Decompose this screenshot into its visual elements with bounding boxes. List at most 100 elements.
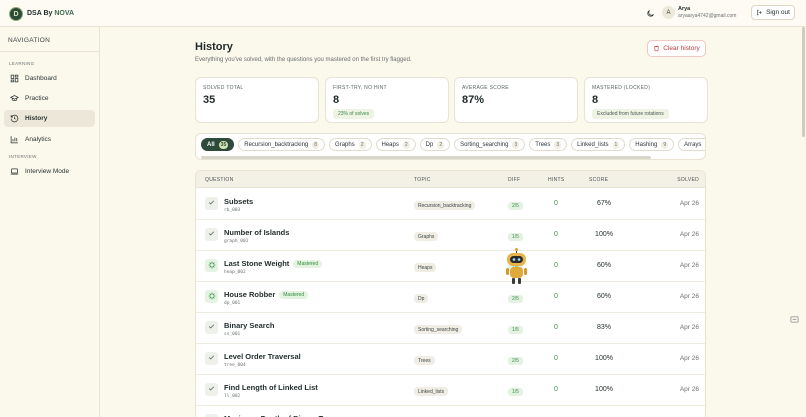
status-cell	[205, 321, 218, 334]
chip-scrollbar[interactable]	[201, 156, 651, 159]
top-bar: D DSA By NOVA A Arya aryaarya4742@gmail.…	[0, 0, 806, 27]
solved-date: Apr 26	[679, 386, 699, 393]
hints-count: 0	[554, 324, 558, 331]
topic-chip[interactable]: Heaps 2	[375, 138, 416, 151]
question-title-cell[interactable]: Binary Search	[224, 321, 274, 330]
table-row[interactable]: Number of Islands graph_001 Graphs 1/5 0 100%…	[196, 220, 705, 251]
user-name: Arya	[678, 6, 691, 12]
header-diff[interactable]: DIFF	[508, 177, 520, 183]
sidebar-item-label: History	[25, 115, 48, 122]
table-row[interactable]: Find Length of Linked List ll_002 Linked_l…	[196, 375, 705, 406]
robot-mascot-icon[interactable]	[504, 248, 529, 286]
page-subtitle: Everything you've solved, with the quest…	[195, 57, 412, 63]
status-cell	[205, 259, 218, 272]
topic-chip-label: Graphs	[335, 141, 355, 148]
difficulty-badge: 1/5	[508, 326, 523, 334]
table-row[interactable]: Last Stone WeightMasteredheap_002Heaps1/…	[196, 251, 705, 282]
app-logo[interactable]: D	[9, 7, 23, 21]
sidebar-item-practice[interactable]: Practice	[4, 90, 95, 107]
topic-chip-count: 9	[661, 140, 669, 149]
page-title: History	[195, 41, 233, 53]
sidebar-item-history[interactable]: History	[4, 110, 95, 127]
side-panel-handle-icon[interactable]	[790, 315, 799, 324]
topic-chip-count: 4	[705, 141, 706, 149]
stat-note: 23% of solves	[333, 109, 375, 119]
topic-chip[interactable]: Sorting_searching 3	[454, 138, 526, 151]
brand-main: DSA By	[27, 10, 53, 17]
difficulty-badge: 1/5	[508, 388, 523, 396]
question-title-cell[interactable]: Last Stone Weight Mastered	[224, 259, 323, 268]
topic-chip-label: Heaps	[381, 141, 399, 148]
check-icon	[208, 230, 215, 239]
sidebar-item-interview-mode[interactable]: Interview Mode	[4, 163, 95, 180]
avatar[interactable]: A	[662, 6, 675, 19]
history-table: QUESTION TOPIC DIFF HINTS SCORE SOLVED S…	[195, 170, 706, 417]
question-id: graph_001	[224, 239, 249, 244]
user-email: aryaarya4742@gmail.com	[678, 13, 737, 19]
sidebar-item-label: Interview Mode	[25, 168, 70, 175]
question-title-cell[interactable]: Subsets	[224, 197, 253, 206]
status-cell	[205, 352, 218, 365]
question-title: Subsets	[224, 197, 254, 206]
hints-count: 0	[554, 386, 558, 393]
difficulty-badge: 2/5	[508, 295, 523, 303]
header-solved[interactable]: SOLVED	[677, 177, 699, 183]
sidebar-item-dashboard[interactable]: Dashboard	[4, 70, 95, 87]
score-value: 100%	[595, 355, 613, 362]
hints-count: 0	[554, 262, 558, 269]
question-title: Last Stone Weight	[224, 259, 290, 268]
solved-date: Apr 26	[679, 200, 699, 207]
score-value: 60%	[596, 293, 611, 300]
topic-chip-count: 8	[312, 140, 320, 149]
clear-history-button[interactable]: Clear history	[647, 40, 706, 57]
question-title-cell[interactable]: Number of Islands	[224, 228, 289, 237]
sign-out-button[interactable]: Sign out	[751, 5, 795, 20]
header-hints[interactable]: HINTS	[548, 177, 565, 183]
question-title-cell[interactable]: Level Order Traversal	[224, 352, 301, 361]
question-id: heap_002	[224, 270, 246, 275]
graduation-cap-icon	[10, 95, 19, 101]
question-id: rb_003	[224, 208, 241, 213]
check-icon	[208, 354, 215, 363]
topic-chip[interactable]: Recursion_backtracking 8	[238, 138, 326, 151]
history-icon	[10, 114, 19, 123]
stat-card-mastered: MASTERED (LOCKED) 8 Excluded from future…	[584, 77, 708, 123]
topic-chip-label: Dp	[425, 141, 434, 148]
question-id: ss_001	[224, 332, 241, 337]
topic-chip[interactable]: Dp 2	[419, 138, 451, 151]
trash-icon	[654, 45, 660, 52]
stat-label: AVERAGE SCORE	[462, 85, 509, 91]
topic-chip[interactable]: Graphs 2	[329, 138, 372, 151]
check-icon	[208, 385, 215, 394]
header-score[interactable]: SCORE	[589, 177, 608, 183]
topic-chip-label: Arrays	[684, 141, 702, 148]
stat-note: Excluded from future rotations	[592, 109, 669, 119]
stat-value: 8	[592, 94, 599, 106]
header-question[interactable]: QUESTION	[205, 177, 234, 183]
page-scrollbar[interactable]	[802, 27, 805, 137]
topic-chip-label: Recursion_backtracking	[244, 141, 309, 148]
header-topic[interactable]: TOPIC	[414, 177, 431, 183]
topic-chip[interactable]: Trees 3	[529, 138, 568, 151]
dashboard-icon	[10, 74, 19, 83]
table-row[interactable]: House Robber Mastered dp_001 Dp 2/5 0 60% Apr 2…	[196, 282, 705, 313]
table-row[interactable]: Binary Search ss_001 Sorting_searching 1/5 0…	[196, 313, 705, 344]
topic-chip[interactable]: Linked_lists 1	[571, 138, 626, 151]
topic-chip-label: Linked_lists	[577, 141, 609, 148]
stat-label: SOLVED TOTAL	[203, 85, 244, 91]
table-row[interactable]: Maximum Depth of Binary Tree100%	[196, 406, 705, 417]
table-row[interactable]: Subsets rb_003 Recursion_backtracking 2/5 0 6…	[196, 189, 705, 220]
table-row[interactable]: Level Order Traversal tree_004 Trees 2/5 0 10…	[196, 344, 705, 375]
nav-group-learning: LEARNING	[9, 61, 35, 66]
topic-chip[interactable]: Arrays4	[678, 138, 706, 151]
sidebar-item-label: Practice	[25, 95, 49, 102]
question-title-cell[interactable]: House Robber Mastered	[224, 290, 309, 299]
topic-chip-count: 3	[512, 140, 520, 149]
topic-chip[interactable]: Hashing 9	[629, 138, 675, 151]
topic-chip[interactable]: All 35	[201, 138, 235, 151]
moon-icon[interactable]	[646, 9, 655, 18]
difficulty-badge: 2/5	[508, 357, 523, 365]
question-title-cell[interactable]: Find Length of Linked List	[224, 383, 318, 392]
app-brand[interactable]: DSA By NOVA	[27, 10, 74, 17]
sidebar-item-analytics[interactable]: Analytics	[4, 131, 95, 148]
